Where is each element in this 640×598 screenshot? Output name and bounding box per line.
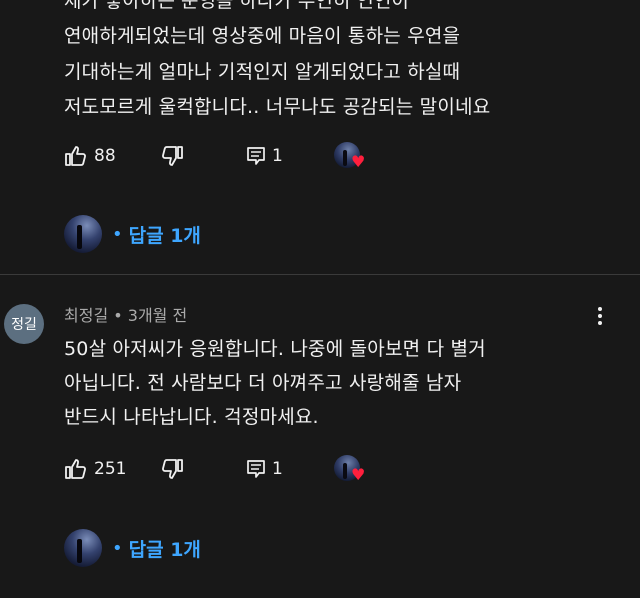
comment1-reply-button[interactable]: 1 xyxy=(246,142,283,170)
comment1-action-bar: 88 1 ♥ xyxy=(64,142,404,170)
comment1-text-line-1: 연애하게되었는데 영상중에 마음이 통하는 우연을 xyxy=(64,25,461,47)
comment2-reply-count: 1 xyxy=(272,459,283,479)
comment1-replies-label: 답글 1개 xyxy=(128,224,201,247)
comment1-text-line-2: 기대하는게 얼마나 기적인지 알게되었다고 하실때 xyxy=(64,61,461,83)
comment2-author-avatar[interactable]: 정길 xyxy=(4,304,44,344)
thumbs-down-icon xyxy=(162,459,183,479)
comment1-like-button[interactable]: 88 xyxy=(64,142,116,170)
bullet-icon: • xyxy=(112,223,123,245)
heart-icon: ♥ xyxy=(351,465,366,484)
reply-avatar xyxy=(64,215,102,253)
comment2-like-button[interactable]: 251 xyxy=(64,455,126,483)
more-vert-icon[interactable] xyxy=(590,304,610,330)
comment2-text-line-0: 50살 아저씨가 응원합니다. 나중에 돌아보면 다 별거 xyxy=(64,338,486,360)
comment1-dislike-button[interactable] xyxy=(160,142,184,170)
comment-divider xyxy=(0,274,640,275)
comment2-replies-label: 답글 1개 xyxy=(128,538,201,561)
comment1-text-line-3: 저도모르게 울컥합니다.. 너무나도 공감되는 말이네요 xyxy=(64,96,491,118)
thumbs-down-icon xyxy=(162,146,183,166)
thumbs-up-icon xyxy=(65,146,86,166)
bullet-icon: • xyxy=(112,537,123,559)
creator-heart-icon: ♥ xyxy=(334,455,366,483)
comment1-reply-count: 1 xyxy=(272,146,283,166)
comment1-replies-link[interactable]: • 답글 1개 xyxy=(64,214,201,254)
comment2-action-bar: 251 1 ♥ xyxy=(64,455,404,483)
comment2-replies-link[interactable]: • 답글 1개 xyxy=(64,528,201,568)
comment1-like-count: 88 xyxy=(94,146,116,166)
comment1-text-line-0: 제가 좋아하는 운영을 하다가 우연히 인연이 xyxy=(64,0,409,12)
comment2-like-count: 251 xyxy=(94,459,127,479)
reply-comment-icon xyxy=(247,460,265,478)
comment2-meta: 최정길 • 3개월 전 xyxy=(64,306,188,325)
reply-comment-icon xyxy=(247,147,265,165)
creator-heart-icon: ♥ xyxy=(334,142,366,170)
comment2-reply-button[interactable]: 1 xyxy=(246,455,283,483)
comment2-text-line-2: 반드시 나타납니다. 걱정마세요. xyxy=(64,406,319,428)
thumbs-up-icon xyxy=(65,459,86,479)
reply-avatar xyxy=(64,529,102,567)
comment2-text-line-1: 아닙니다. 전 사람보다 더 아껴주고 사랑해줄 남자 xyxy=(64,372,462,394)
comment2-dislike-button[interactable] xyxy=(160,455,184,483)
heart-icon: ♥ xyxy=(351,152,366,171)
